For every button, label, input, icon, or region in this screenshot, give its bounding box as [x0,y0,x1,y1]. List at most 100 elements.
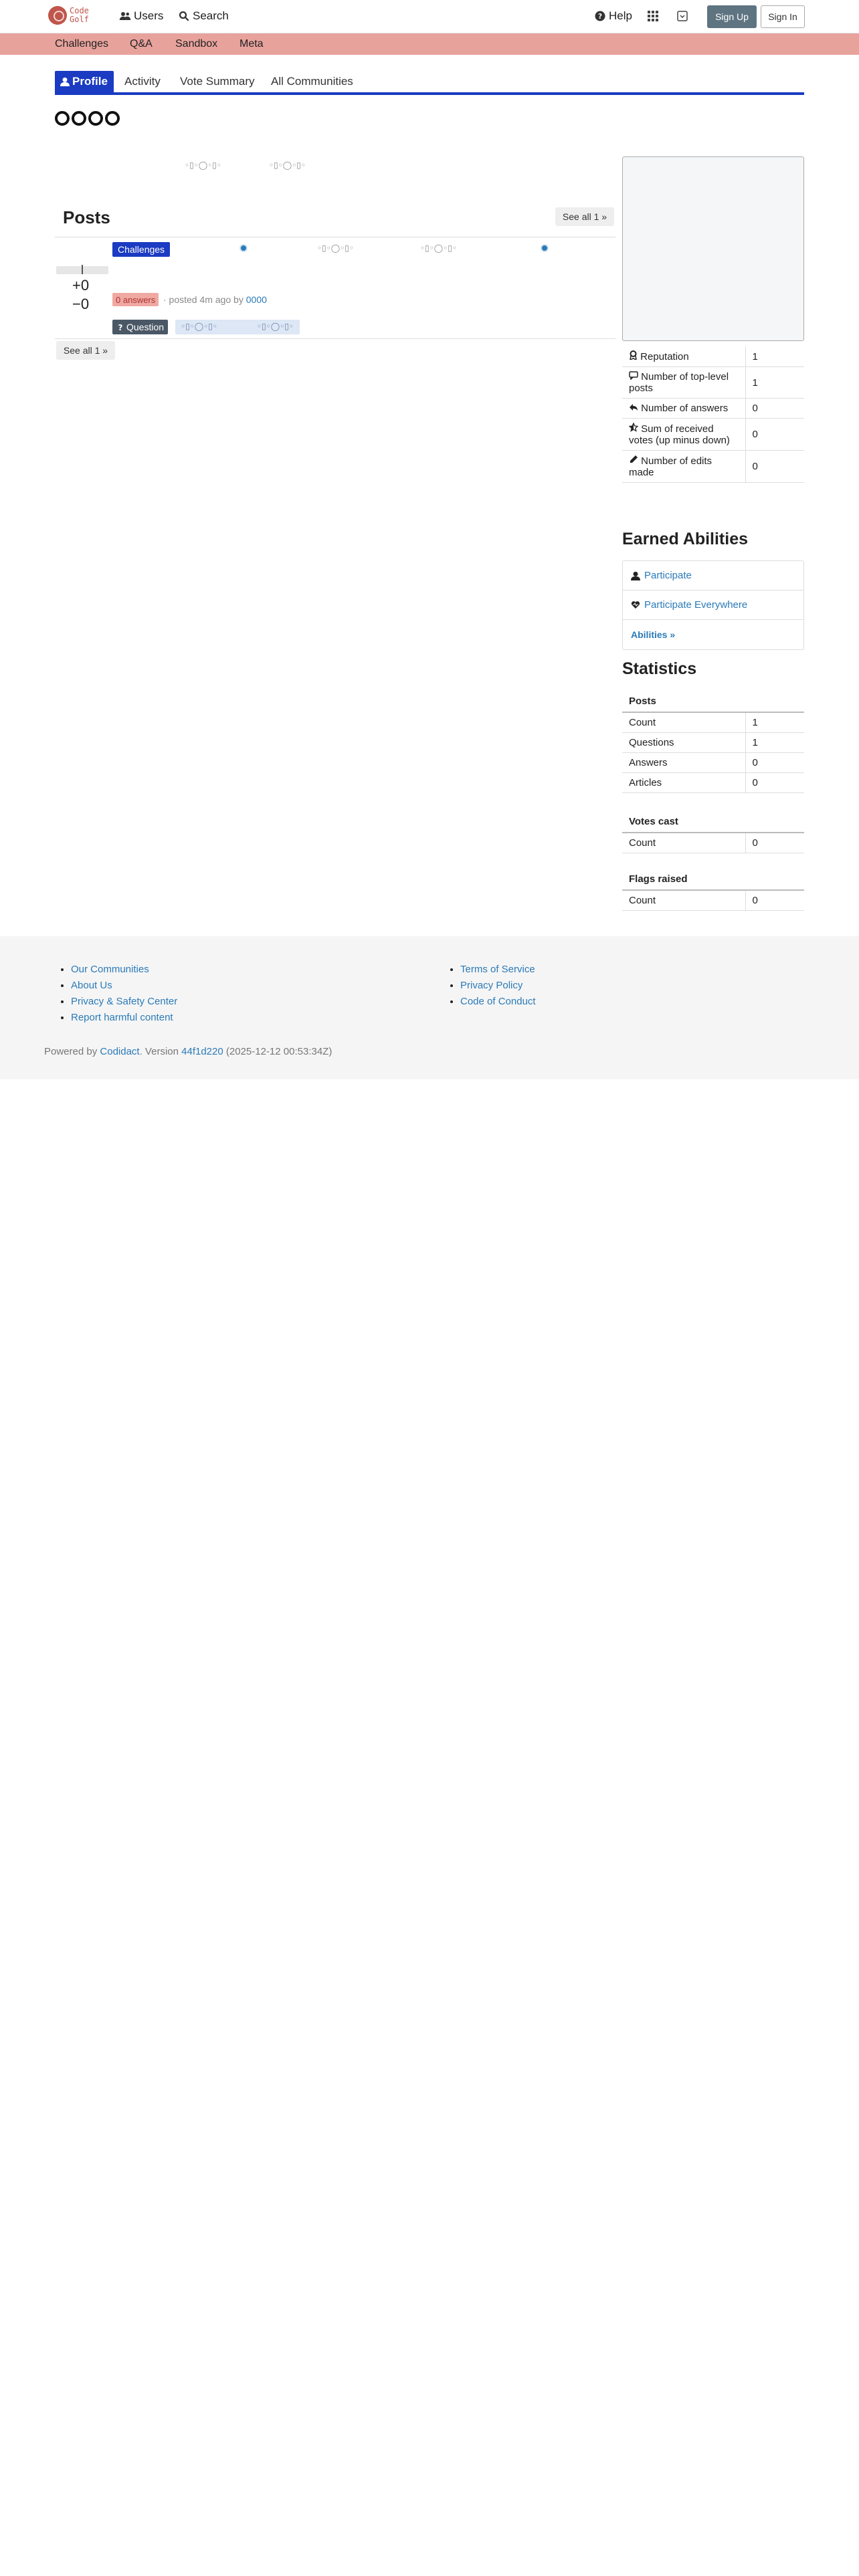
avatar [622,156,804,341]
footer-link[interactable]: Privacy Policy [460,978,536,994]
stat-value: 1 [745,713,804,733]
footer-link[interactable]: Code of Conduct [460,994,536,1010]
tab-all-communities[interactable]: All Communities [266,71,359,92]
version-link[interactable]: 44f1d220 [181,1046,223,1057]
stat-value: 0 [745,833,804,853]
inbox-icon[interactable] [676,9,689,23]
powered-by: Powered by Codidact. Version 44f1d220 (2… [44,1046,332,1057]
status-dot-icon [541,244,549,252]
post-type-label: Question [126,322,165,332]
stats-flags-header: Flags raised [629,873,688,885]
nav-users-label: Users [134,9,164,22]
category-sandbox[interactable]: Sandbox [175,38,217,50]
site-logo[interactable]: Code Golf [48,6,89,25]
footer-link[interactable]: Report harmful content [71,1010,177,1026]
stat-label: Number of top-level posts [622,366,746,399]
tab-profile-label: Profile [72,75,108,88]
post-title-link[interactable]: ◦▯◦◯◦▯◦ ◦▯◦◯◦▯◦ [175,320,300,334]
statistics-title: Statistics [622,659,697,678]
ability-participate-everywhere[interactable]: Participate Everywhere [623,591,803,620]
footer-link[interactable]: About Us [71,978,177,994]
sign-up-button[interactable]: Sign Up [707,5,757,28]
stat-row: Number of top-level posts 1 [622,366,804,399]
ability-participate[interactable]: Participate [623,561,803,591]
profile-glyph-decoration: ◦▯◦◯◦▯◦ [185,160,221,170]
category-challenges[interactable]: Challenges [55,38,108,50]
nav-users[interactable]: Users [119,9,163,23]
svg-text:?: ? [598,13,602,21]
score-up: +0 [72,277,90,294]
footer-link-privacy-policy[interactable]: Privacy Policy [460,980,522,991]
stat-label-text: Number of edits made [629,455,712,478]
footer-link-privacy-safety[interactable]: Privacy & Safety Center [71,996,177,1007]
stat-label-text: Sum of received votes (up minus down) [629,423,730,446]
stat-row: Count 1 [622,713,804,733]
stat-row: Count 0 [622,833,804,853]
nav-help-label: Help [609,9,632,22]
status-dot-icon [240,244,248,252]
users-icon [119,12,131,20]
footer-link-code-of-conduct[interactable]: Code of Conduct [460,996,536,1007]
stat-label: Number of answers [622,398,746,419]
stat-value: 1 [745,366,804,399]
version-date: (2025-12-12 00:53:34Z) [225,1046,332,1057]
see-all-posts-button[interactable]: See all 1 » [555,207,614,226]
stat-label-text: Number of top-level posts [629,371,729,394]
post-author-link[interactable]: 0000 [246,294,267,305]
powered-prefix: Powered by [44,1046,98,1057]
stat-row: Count 0 [622,891,804,911]
divider [55,338,615,339]
footer-link-about-us[interactable]: About Us [71,980,112,991]
post-title-glyph: ◦▯◦◯◦▯◦ [257,322,294,331]
apps-grid-icon[interactable] [646,9,660,23]
stat-value: 0 [745,418,804,451]
profile-tabs: Profile Activity Vote Summary All Commun… [55,71,804,95]
tab-profile[interactable]: Profile [55,71,114,92]
nav-help[interactable]: ? Help [594,9,632,23]
category-meta[interactable]: Meta [240,38,264,50]
flags-stats-table: Count 0 [622,891,804,911]
question-icon: ? [118,323,123,331]
tab-activity[interactable]: Activity [119,71,166,92]
logo-line2: Golf [70,15,89,24]
category-qa[interactable]: Q&A [130,38,153,50]
footer-link[interactable]: Privacy & Safety Center [71,994,177,1010]
footer-link[interactable]: Our Communities [71,962,177,978]
reply-icon [630,404,638,411]
footer-link-terms[interactable]: Terms of Service [460,964,535,975]
top-bar: Code Golf Users Search ? Help Sign Up Si… [0,0,859,33]
glyph-ring [88,111,103,126]
footer-link[interactable]: Terms of Service [460,962,536,978]
award-icon [630,350,637,361]
post-category-badge[interactable]: Challenges [112,242,171,257]
stat-value: 0 [745,752,804,773]
glyph-ring [55,111,70,126]
stat-label-text: Number of answers [641,403,729,414]
footer-link-report[interactable]: Report harmful content [71,1012,173,1023]
nav-search[interactable]: Search [178,9,229,23]
earned-abilities-title: Earned Abilities [622,530,749,548]
abilities-list: Participate Participate Everywhere Abili… [622,560,804,650]
tab-vote-summary[interactable]: Vote Summary [175,71,260,92]
posts-stats-table: Count 1 Questions 1 Answers 0 Articles 0 [622,713,804,793]
stat-label: Sum of received votes (up minus down) [622,418,746,451]
sign-in-button[interactable]: Sign In [761,5,805,28]
category-bar: Challenges Q&A Sandbox Meta [0,33,859,55]
post-glyph-decoration: ◦▯◦◯◦▯◦ [317,243,354,253]
see-all-posts-button-bottom[interactable]: See all 1 » [56,341,115,360]
version-prefix: . Version [139,1046,179,1057]
codidact-link[interactable]: Codidact [100,1046,139,1057]
footer-links-col1: Our Communities About Us Privacy & Safet… [59,962,177,1026]
ability-label: Participate Everywhere [644,599,748,611]
stat-value: 0 [745,450,804,483]
post-meta: · posted 4m ago by 0000 [163,294,267,305]
footer-link-our-communities[interactable]: Our Communities [71,964,149,975]
profile-username [55,111,120,126]
footer: Our Communities About Us Privacy & Safet… [0,936,859,1079]
stat-label: Articles [622,772,746,793]
ability-label: Participate [644,570,692,581]
stat-label: Count [622,891,746,911]
glyph-ring [105,111,120,126]
abilities-link[interactable]: Abilities » [623,620,803,649]
user-stats-table: Reputation 1 Number of top-level posts 1… [622,346,804,483]
